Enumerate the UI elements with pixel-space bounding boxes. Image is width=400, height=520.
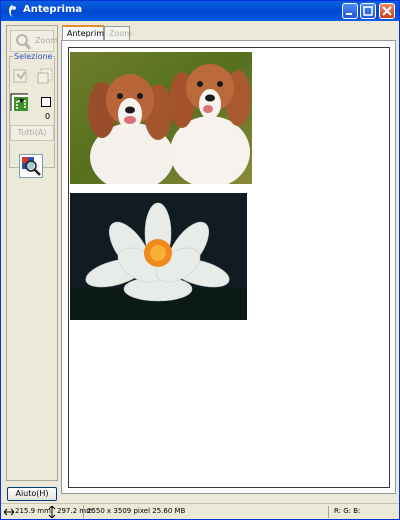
- copy-frame-icon[interactable]: [36, 67, 54, 85]
- preview-window: Anteprima Zoom Selezione 0 Tutti(A) Aiut…: [0, 0, 400, 520]
- select-all-button[interactable]: Tutti(A): [10, 125, 54, 141]
- auto-select-icon[interactable]: [12, 67, 30, 85]
- selection-title: Selezione: [13, 52, 54, 61]
- selection-count-box: [41, 97, 51, 107]
- tab-zoom[interactable]: Zoom: [104, 26, 132, 40]
- maximize-button[interactable]: [360, 3, 376, 19]
- tool-panel: Zoom Selezione 0 Tutti(A): [6, 25, 58, 481]
- dogs-photo-icon: [70, 52, 252, 184]
- zoom-magnifier-icon: [16, 34, 32, 50]
- auto-exposure-button[interactable]: [19, 154, 43, 178]
- window-title: Anteprima: [23, 4, 83, 15]
- status-separator: [83, 506, 84, 518]
- status-width: 215.9 mm: [15, 507, 51, 515]
- maximize-icon: [363, 6, 373, 16]
- status-pixels: 2550 x 3509 pixel 25.60 MB: [87, 507, 186, 515]
- close-button[interactable]: [379, 3, 395, 19]
- title-bar[interactable]: Anteprima: [1, 1, 399, 21]
- water-lily-photo-icon: [70, 193, 247, 320]
- minimize-button[interactable]: [342, 3, 358, 19]
- height-arrow-icon: [48, 506, 56, 518]
- preview-area[interactable]: [68, 47, 390, 488]
- status-separator: [328, 506, 329, 518]
- scanner-icon: [9, 5, 16, 17]
- zoom-button-label: Zoom: [35, 36, 59, 45]
- magnifier-color-icon: [22, 157, 41, 176]
- help-button[interactable]: Aiuto(H): [7, 487, 57, 501]
- tab-preview[interactable]: Anteprima: [62, 25, 109, 41]
- zoom-button[interactable]: Zoom: [10, 30, 58, 52]
- width-arrow-icon: [4, 508, 14, 516]
- status-bar: 215.9 mm 297.2 mm 2550 x 3509 pixel 25.6…: [1, 503, 399, 520]
- minimize-icon: [346, 13, 352, 15]
- status-rgb: R: G: B:: [334, 507, 361, 515]
- marquee-select-icon[interactable]: [10, 93, 28, 111]
- selection-count: 0: [45, 112, 51, 121]
- close-icon: [382, 6, 392, 16]
